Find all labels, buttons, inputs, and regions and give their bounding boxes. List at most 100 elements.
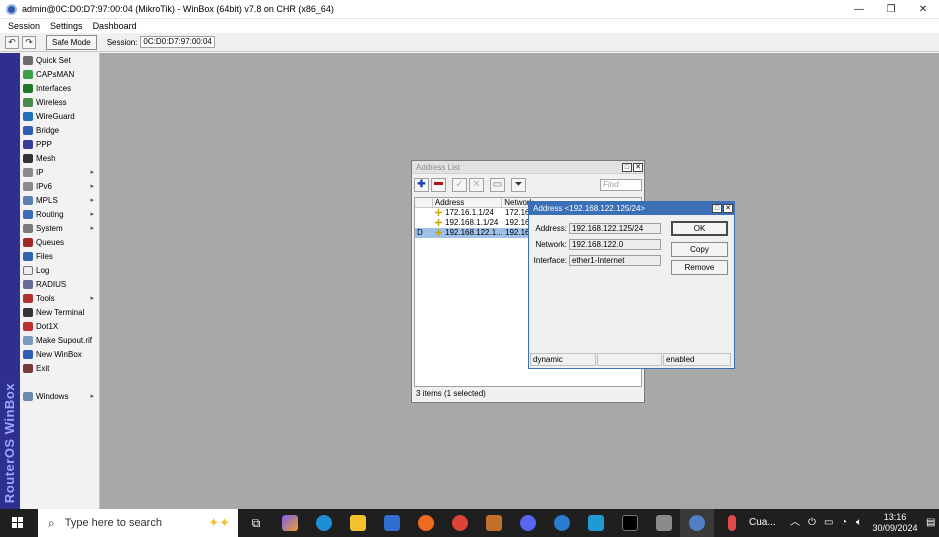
winbox-taskbar-icon[interactable] — [689, 515, 705, 531]
sidebar-item-tools[interactable]: Tools ▸ — [20, 291, 99, 305]
sidebar-item-quick-set[interactable]: Quick Set — [20, 53, 99, 67]
tray-device-icon[interactable]: ⏻ — [808, 509, 816, 537]
terminal-icon[interactable] — [622, 515, 638, 531]
address-list-maximize-button[interactable]: □ — [622, 163, 632, 172]
copilot-icon[interactable] — [282, 515, 298, 531]
volume-icon[interactable]: 🔈︎ — [856, 509, 862, 537]
address-icon — [435, 219, 442, 226]
close-button[interactable]: ✕ — [907, 0, 939, 19]
filter-icon[interactable]: ⏷ — [511, 178, 526, 192]
address-field[interactable]: 192.168.122.125/24 — [569, 222, 661, 234]
sidebar-item-bridge[interactable]: Bridge — [20, 123, 99, 137]
menu-settings[interactable]: Settings — [50, 21, 83, 31]
address-edit-statusbar: dynamic enabled — [530, 353, 733, 366]
safe-mode-button[interactable]: Safe Mode — [46, 34, 97, 50]
sidebar-item-label: Dot1X — [36, 321, 59, 331]
sidebar-item-system[interactable]: System ▸ — [20, 221, 99, 235]
column-header-address[interactable]: Address — [433, 198, 503, 207]
address-edit-dialog: Address <192.168.122.125/24> □ ✕ Address… — [528, 201, 735, 369]
taskbar-clock[interactable]: 13:16 30/09/2024 — [869, 512, 921, 534]
address-edit-close-button[interactable]: ✕ — [723, 204, 733, 213]
undo-button[interactable]: ↶ — [5, 35, 19, 49]
row-address-cell: 192.168.122.1... — [433, 228, 503, 238]
submenu-arrow-icon: ▸ — [90, 211, 94, 218]
tray-chevron-icon[interactable]: ︿ — [790, 509, 800, 537]
capsman-icon — [23, 69, 33, 79]
sidebar-item-queues[interactable]: Queues — [20, 235, 99, 249]
address-edit-maximize-button[interactable]: □ — [712, 204, 722, 213]
maximize-button[interactable]: ❐ — [875, 0, 907, 19]
sidebar-item-routing[interactable]: Routing ▸ — [20, 207, 99, 221]
session-field[interactable]: 0C:D0:D7:97:00:04 — [140, 36, 215, 48]
sidebar-item-ip[interactable]: IP ▸ — [20, 165, 99, 179]
sidebar-item-wireless[interactable]: Wireless — [20, 95, 99, 109]
menu-session[interactable]: Session — [8, 21, 40, 31]
wifi-icon[interactable]: ◔ — [841, 509, 847, 537]
sidebar-item-label: IPv6 — [36, 181, 53, 191]
clock-time: 13:16 — [883, 512, 907, 522]
flag-column-header[interactable] — [415, 198, 433, 207]
status-middle — [597, 353, 662, 366]
network-label: Network: — [535, 239, 567, 249]
discord-icon[interactable] — [520, 515, 536, 531]
sidebar-item-mpls[interactable]: MPLS ▸ — [20, 193, 99, 207]
sidebar-item-windows[interactable]: Windows ▸ — [20, 389, 99, 403]
sidebar-item-ppp[interactable]: PPP — [20, 137, 99, 151]
virtualbox-icon[interactable] — [588, 515, 604, 531]
network-tool-icon[interactable] — [656, 515, 672, 531]
add-icon[interactable]: ✚ — [414, 178, 429, 192]
weather-text[interactable]: Cua... — [749, 509, 776, 537]
sidebar-item-new-winbox[interactable]: New WinBox — [20, 347, 99, 361]
network-field-row: Network: 192.168.122.0 — [533, 238, 661, 250]
copy-button[interactable]: Copy — [671, 242, 728, 257]
sidebar-item-make-supout-rif[interactable]: Make Supout.rif — [20, 333, 99, 347]
taskbar-search-box[interactable]: ⌕ Type here to search ✦✦ — [38, 509, 238, 537]
app-icon[interactable] — [554, 515, 570, 531]
edge-icon[interactable] — [316, 515, 332, 531]
os-taskbar: ⌕ Type here to search ✦✦ ⧉ Cua... ︿ ⏻ ▭ … — [0, 509, 939, 537]
disable-icon[interactable]: ✕ — [469, 178, 484, 192]
search-icon: ⌕ — [48, 515, 55, 530]
sidebar-item-label: Mesh — [36, 153, 56, 163]
sidebar-item-interfaces[interactable]: Interfaces — [20, 81, 99, 95]
firefox-icon[interactable] — [418, 515, 434, 531]
menu-dashboard[interactable]: Dashboard — [93, 21, 137, 31]
file-explorer-icon[interactable] — [350, 515, 366, 531]
sidebar-item-exit[interactable]: Exit — [20, 361, 99, 375]
interface-field[interactable]: ether1-Internet — [569, 254, 661, 266]
enable-icon[interactable]: ✓ — [452, 178, 467, 192]
windows-start-icon[interactable] — [12, 517, 24, 529]
find-input[interactable]: Find — [600, 179, 642, 191]
remove-button[interactable]: Remove — [671, 260, 728, 275]
redo-button[interactable]: ↷ — [22, 35, 36, 49]
ok-button[interactable]: OK — [671, 221, 728, 236]
comment-icon[interactable]: ▭ — [490, 178, 505, 192]
sidebar-item-ipv6[interactable]: IPv6 ▸ — [20, 179, 99, 193]
sidebar-item-label: Wireless — [36, 97, 67, 107]
submenu-arrow-icon: ▸ — [90, 197, 94, 204]
sidebar-item-capsman[interactable]: CAPsMAN — [20, 67, 99, 81]
network-field[interactable]: 192.168.122.0 — [569, 238, 661, 250]
notifications-icon[interactable]: ▤ — [926, 509, 935, 537]
minimize-button[interactable]: — — [843, 0, 875, 19]
interface-label: Interface: — [533, 255, 567, 265]
sidebar-item-new-terminal[interactable]: New Terminal — [20, 305, 99, 319]
sidebar-item-wireguard[interactable]: WireGuard — [20, 109, 99, 123]
battery-icon[interactable]: ▭ — [824, 509, 833, 537]
sidebar-item-radius[interactable]: RADIUS — [20, 277, 99, 291]
routing-icon — [23, 209, 33, 219]
sidebar-item-mesh[interactable]: Mesh — [20, 151, 99, 165]
weather-icon[interactable] — [728, 515, 736, 531]
remove-icon[interactable] — [431, 178, 446, 192]
address-list-close-button[interactable]: ✕ — [633, 163, 643, 172]
store-icon[interactable] — [384, 515, 400, 531]
ipv6-icon — [23, 181, 33, 191]
sidebar-item-label: Log — [36, 265, 50, 275]
photos-icon[interactable] — [486, 515, 502, 531]
sidebar-item-files[interactable]: Files — [20, 249, 99, 263]
sidebar-item-log[interactable]: Log — [20, 263, 99, 277]
log-icon — [23, 265, 33, 275]
chrome-icon[interactable] — [452, 515, 468, 531]
task-view-icon[interactable]: ⧉ — [248, 515, 264, 531]
sidebar-item-dot1x[interactable]: Dot1X — [20, 319, 99, 333]
